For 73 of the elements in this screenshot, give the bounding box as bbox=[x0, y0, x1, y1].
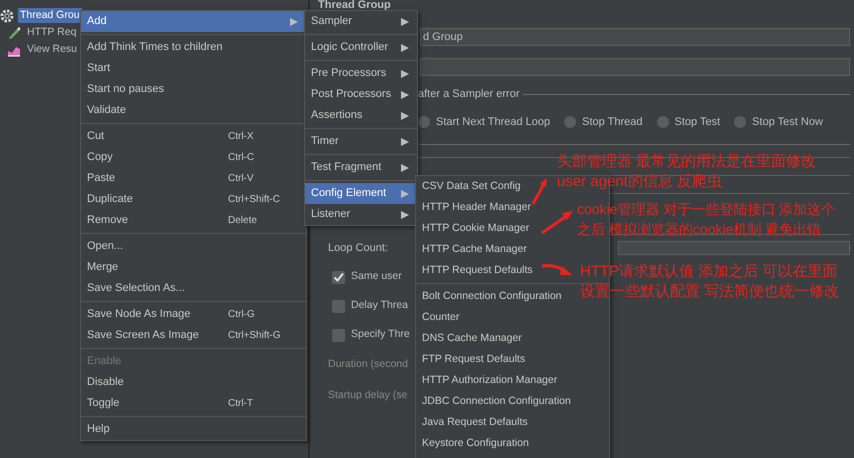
menu-item[interactable]: Save Node As Image Ctrl-G bbox=[81, 304, 306, 325]
menu-item[interactable]: HTTP Cookie Manager bbox=[416, 218, 536, 239]
menu-item[interactable]: Merge bbox=[81, 257, 306, 278]
radio-label: Stop Test Now bbox=[752, 114, 823, 130]
menu-item[interactable]: HTTP Authorization Manager bbox=[416, 370, 564, 391]
tree-item[interactable]: View Resu bbox=[25, 42, 79, 57]
menu-item[interactable]: Validate bbox=[81, 100, 306, 121]
menu-item[interactable]: Copy Ctrl-C bbox=[81, 147, 306, 168]
menu-item[interactable]: Start no pauses bbox=[81, 79, 306, 100]
pencil-icon bbox=[7, 26, 21, 40]
name-field[interactable]: d Group bbox=[420, 28, 850, 46]
radio-button[interactable] bbox=[564, 116, 576, 128]
menu-item[interactable]: Listener bbox=[305, 204, 417, 225]
menu-item[interactable]: Add Think Times to children bbox=[81, 37, 306, 58]
checkbox[interactable] bbox=[332, 300, 345, 312]
menu-item[interactable]: Logic Controller bbox=[305, 37, 417, 58]
checkbox-label: Delay Threa bbox=[351, 298, 408, 314]
menu-item[interactable]: Sampler bbox=[305, 11, 417, 32]
menu-item[interactable]: Keystore Configuration bbox=[416, 433, 535, 454]
radio-label: Stop Test bbox=[674, 114, 720, 130]
radio-button[interactable] bbox=[418, 116, 430, 128]
menu-item[interactable]: Pre Processors bbox=[305, 63, 417, 84]
tree-item[interactable]: Thread Grou bbox=[18, 8, 82, 23]
annotation-text: cookie管理器 对于一些登陆接口 添加这个之后 模拟浏览器的cookie机制 避免出错 bbox=[577, 200, 836, 239]
checkbox[interactable] bbox=[332, 270, 345, 284]
annotation-arrow bbox=[532, 178, 547, 205]
radio-label: Stop Thread bbox=[582, 114, 642, 130]
menu-item[interactable]: Bolt Connection Configuration bbox=[416, 286, 568, 307]
annotation-arrow bbox=[542, 264, 572, 275]
menu-item[interactable]: HTTP Request Defaults bbox=[416, 260, 539, 281]
menu-item[interactable]: Start bbox=[81, 58, 306, 79]
field-label: Loop Count: bbox=[328, 240, 388, 256]
menu-item[interactable]: HTTP Header Manager bbox=[416, 197, 537, 218]
gear-icon bbox=[0, 8, 14, 22]
menu-item[interactable]: JDBC Connection Configuration bbox=[416, 391, 577, 412]
field-label: Startup delay (se bbox=[328, 388, 408, 404]
menu-item[interactable]: Counter bbox=[416, 307, 466, 328]
menu-item[interactable]: Duplicate Ctrl+Shift-C bbox=[81, 189, 306, 210]
annotation-text: 头部管理器 最常见的用法是在里面修改user agent的信息 反爬虫 bbox=[557, 152, 818, 192]
radio-label: Start Next Thread Loop bbox=[436, 114, 550, 130]
menu-item[interactable]: Add bbox=[81, 11, 306, 32]
menu-item[interactable]: Save Screen As Image Ctrl+Shift-G bbox=[81, 325, 306, 346]
menu-item[interactable]: Test Fragment bbox=[305, 157, 417, 178]
checkbox-label: Specify Thre bbox=[351, 327, 410, 342]
menu-item[interactable]: DNS Cache Manager bbox=[416, 328, 528, 349]
menu-item[interactable]: Remove Delete bbox=[81, 210, 306, 231]
radio-button[interactable] bbox=[734, 116, 746, 128]
menu-item[interactable]: Disable bbox=[81, 372, 306, 393]
group-legend: after a Sampler error bbox=[414, 86, 524, 102]
menu-item[interactable]: Save Selection As... bbox=[81, 278, 306, 299]
menu-item[interactable]: Java Request Defaults bbox=[416, 412, 534, 433]
menu-item[interactable]: Paste Ctrl-V bbox=[81, 168, 306, 189]
menu-item[interactable]: Config Element bbox=[305, 183, 417, 204]
panel-title: Thread Group bbox=[318, 0, 391, 10]
checkbox-label: Same user bbox=[351, 269, 402, 284]
menu-item[interactable]: Post Processors bbox=[305, 84, 417, 105]
menu-item[interactable]: Cut Ctrl-X bbox=[81, 126, 306, 147]
menu-item[interactable]: FTP Request Defaults bbox=[416, 349, 532, 370]
menu-item[interactable]: CSV Data Set Config bbox=[416, 176, 527, 197]
tree-item[interactable]: HTTP Req bbox=[25, 25, 78, 40]
menu-item[interactable]: Help bbox=[81, 419, 306, 440]
menu-item[interactable]: Toggle Ctrl-T bbox=[81, 393, 306, 414]
checkbox[interactable] bbox=[332, 328, 345, 342]
menu-item[interactable]: Open... bbox=[81, 236, 306, 257]
radio-button[interactable] bbox=[656, 116, 668, 128]
menu-item[interactable]: Assertions bbox=[305, 105, 417, 126]
annotation-arrow bbox=[541, 211, 573, 234]
input-field[interactable] bbox=[618, 241, 850, 255]
menu-item[interactable]: Timer bbox=[305, 131, 417, 152]
comments-field[interactable] bbox=[420, 58, 850, 76]
annotation-text: HTTP请求默认值 添加之后 可以在里面设置一些默认配置 写法简便也统一修改 bbox=[580, 262, 840, 302]
menu-item[interactable]: HTTP Cache Manager bbox=[416, 239, 533, 260]
field-label: Duration (second bbox=[328, 357, 408, 372]
